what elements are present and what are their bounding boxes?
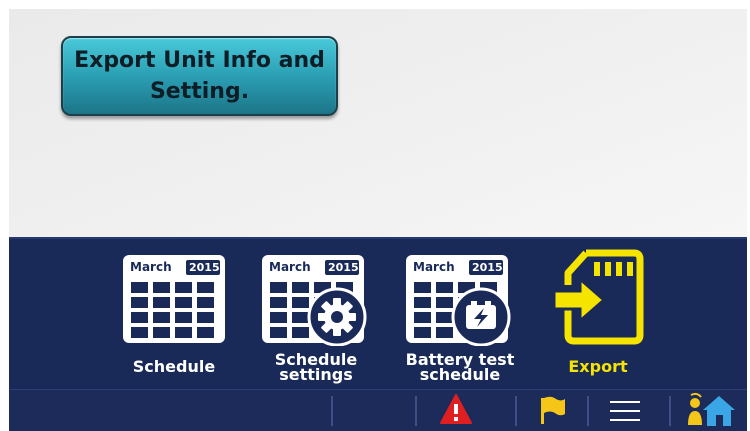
status-bar [9, 389, 747, 431]
device-screen: Export Unit Info and Setting. March 2015… [9, 9, 747, 431]
schedule-button[interactable]: March 2015 Schedule [109, 239, 239, 391]
export-unit-info-label: Export Unit Info and Setting. [74, 48, 325, 104]
svg-text:2015: 2015 [328, 261, 359, 274]
warning-icon[interactable] [439, 392, 473, 431]
export-button[interactable]: Export [533, 239, 663, 391]
calendar-icon: March 2015 [123, 255, 225, 343]
home-icon[interactable] [685, 391, 739, 431]
content-area: Export Unit Info and Setting. [9, 9, 747, 237]
svg-text:2015: 2015 [472, 261, 503, 274]
calendar-battery-icon: March 2015 [406, 255, 511, 346]
svg-text:March: March [130, 260, 172, 274]
export-unit-info-button[interactable]: Export Unit Info and Setting. [61, 36, 338, 116]
flag-icon[interactable] [537, 392, 567, 431]
calendar-settings-icon: March 2015 [262, 255, 367, 346]
status-bar-divider [587, 396, 589, 426]
schedule-settings-button[interactable]: March 2015 Schedule settings [251, 239, 381, 391]
svg-text:March: March [269, 260, 311, 274]
status-bar-divider [515, 396, 517, 426]
export-label: Export [568, 357, 628, 376]
svg-text:2015: 2015 [189, 261, 220, 274]
bottom-toolbar: March 2015 Schedule March 2015 Schedule … [9, 237, 747, 389]
schedule-label: Schedule [132, 357, 216, 376]
battery-test-schedule-label: Battery test schedule [405, 350, 515, 384]
menu-icon[interactable] [609, 398, 641, 429]
sd-card-export-icon [552, 249, 644, 345]
status-bar-divider [415, 396, 417, 426]
svg-text:March: March [413, 260, 455, 274]
battery-test-schedule-button[interactable]: March 2015 Battery test schedule [395, 239, 525, 391]
status-bar-divider [669, 396, 671, 426]
schedule-settings-label: Schedule settings [274, 350, 358, 384]
status-bar-divider [331, 396, 333, 426]
